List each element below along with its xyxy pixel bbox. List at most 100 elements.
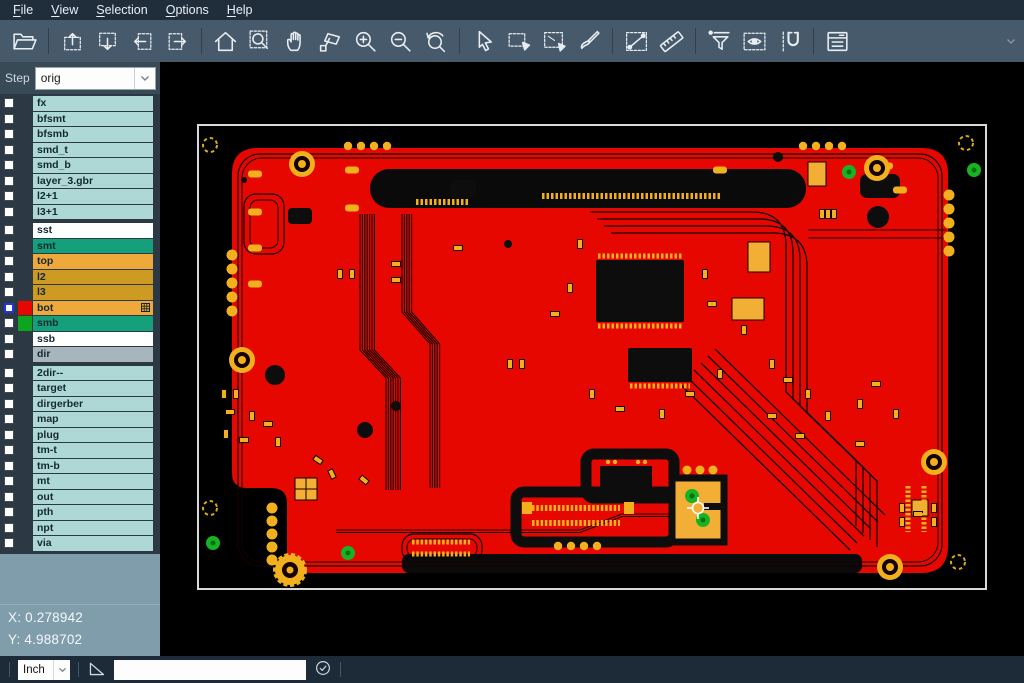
layer-checkbox-bfsmt[interactable] xyxy=(0,112,18,127)
statusbar-separator xyxy=(9,662,10,677)
layer-checkbox-tm-t[interactable] xyxy=(0,443,18,458)
layer-checkbox-ssb[interactable] xyxy=(0,332,18,347)
layer-row-bfsmb[interactable]: bfsmb xyxy=(0,127,153,142)
layer-row-ssb[interactable]: ssb xyxy=(0,332,153,347)
layer-checkbox-mt[interactable] xyxy=(0,474,18,489)
layer-checkbox-l2+1[interactable] xyxy=(0,189,18,204)
layer-checkbox-map[interactable] xyxy=(0,412,18,427)
layer-label: l3+1 xyxy=(33,205,153,220)
layer-checkbox-layer_3.gbr[interactable] xyxy=(0,174,18,189)
layer-checkbox-l2[interactable] xyxy=(0,270,18,285)
layer-checkbox-plug[interactable] xyxy=(0,428,18,443)
layer-row-tm-t[interactable]: tm-t xyxy=(0,443,153,458)
apply-button[interactable] xyxy=(314,659,332,680)
layer-row-bfsmt[interactable]: bfsmt xyxy=(0,112,153,127)
layer-row-top[interactable]: top xyxy=(0,254,153,269)
layer-checkbox-bot[interactable] xyxy=(0,301,18,316)
layer-checkbox-target[interactable] xyxy=(0,381,18,396)
layer-color-swatch xyxy=(18,521,32,536)
layer-row-smd_t[interactable]: smd_t xyxy=(0,143,153,158)
layer-color-swatch xyxy=(18,158,32,173)
layer-checkbox-dir[interactable] xyxy=(0,347,18,362)
layer-row-mt[interactable]: mt xyxy=(0,474,153,489)
menu-item-help[interactable]: Help xyxy=(218,0,262,20)
toolbar-select-region-button[interactable] xyxy=(536,23,571,59)
layer-row-plug[interactable]: plug xyxy=(0,428,153,443)
layer-checkbox-smd_b[interactable] xyxy=(0,158,18,173)
toolbar-separator xyxy=(813,28,814,54)
toolbar-view-box-button[interactable] xyxy=(737,23,772,59)
layer-checkbox-smb[interactable] xyxy=(0,316,18,331)
layer-checkbox-top[interactable] xyxy=(0,254,18,269)
toolbar-zoom-window-button[interactable] xyxy=(243,23,278,59)
toolbar-layers-panel-button[interactable] xyxy=(820,23,855,59)
zoom-previous-icon xyxy=(422,28,449,55)
command-input[interactable] xyxy=(114,660,306,680)
layer-row-npt[interactable]: npt xyxy=(0,521,153,536)
menu-item-selection[interactable]: Selection xyxy=(87,0,156,20)
toolbar-zoom-previous-button[interactable] xyxy=(418,23,453,59)
layer-checkbox-l3+1[interactable] xyxy=(0,205,18,220)
toolbar-zoom-out-button[interactable] xyxy=(383,23,418,59)
menu-item-options[interactable]: Options xyxy=(157,0,218,20)
toolbar-clean-brush-button[interactable] xyxy=(571,23,606,59)
layer-label: dirgerber xyxy=(33,397,153,412)
toolbar-zoom-in-button[interactable] xyxy=(348,23,383,59)
layer-row-layer_3.gbr[interactable]: layer_3.gbr xyxy=(0,174,153,189)
layer-row-dirgerber[interactable]: dirgerber xyxy=(0,397,153,412)
layer-checkbox-fx[interactable] xyxy=(0,96,18,111)
layer-checkbox-2dir--[interactable] xyxy=(0,366,18,381)
layer-row-2dir--[interactable]: 2dir-- xyxy=(0,366,153,381)
layer-row-l3+1[interactable]: l3+1 xyxy=(0,205,153,220)
layer-checkbox-smd_t[interactable] xyxy=(0,143,18,158)
layer-row-tm-b[interactable]: tm-b xyxy=(0,459,153,474)
layer-color-swatch xyxy=(18,505,32,520)
layer-row-sst[interactable]: sst xyxy=(0,223,153,238)
corner-measure-button[interactable] xyxy=(87,659,106,681)
toolbar-filter-button[interactable] xyxy=(702,23,737,59)
toolbar-nudge-up-button[interactable] xyxy=(55,23,90,59)
step-dropdown[interactable]: orig xyxy=(35,67,156,90)
toolbar-select-rect-button[interactable] xyxy=(501,23,536,59)
layer-row-out[interactable]: out xyxy=(0,490,153,505)
toolbar-snap-magnet-button[interactable] xyxy=(772,23,807,59)
toolbar-pan-hand-button[interactable] xyxy=(278,23,313,59)
layer-row-l3[interactable]: l3 xyxy=(0,285,153,300)
toolbar-nudge-left-button[interactable] xyxy=(125,23,160,59)
layer-checkbox-via[interactable] xyxy=(0,536,18,551)
layer-checkbox-dirgerber[interactable] xyxy=(0,397,18,412)
toolbar-select-cursor-button[interactable] xyxy=(466,23,501,59)
toolbar-nudge-down-button[interactable] xyxy=(90,23,125,59)
pcb-canvas[interactable] xyxy=(160,62,1024,656)
layer-row-smd_b[interactable]: smd_b xyxy=(0,158,153,173)
layer-color-swatch xyxy=(18,347,32,362)
layer-checkbox-tm-b[interactable] xyxy=(0,459,18,474)
menu-item-file[interactable]: File xyxy=(4,0,42,20)
layer-checkbox-pth[interactable] xyxy=(0,505,18,520)
toolbar-measure-line-button[interactable] xyxy=(619,23,654,59)
toolbar-home-view-button[interactable] xyxy=(208,23,243,59)
layer-row-l2[interactable]: l2 xyxy=(0,270,153,285)
layer-row-bot[interactable]: bot xyxy=(0,301,153,316)
layer-checkbox-smt[interactable] xyxy=(0,239,18,254)
layer-row-smb[interactable]: smb xyxy=(0,316,153,331)
toolbar-nudge-right-button[interactable] xyxy=(160,23,195,59)
menu-item-view[interactable]: View xyxy=(42,0,87,20)
layer-checkbox-npt[interactable] xyxy=(0,521,18,536)
layer-row-smt[interactable]: smt xyxy=(0,239,153,254)
unit-dropdown[interactable]: Inch xyxy=(18,660,70,680)
layer-checkbox-out[interactable] xyxy=(0,490,18,505)
layer-row-target[interactable]: target xyxy=(0,381,153,396)
layer-checkbox-l3[interactable] xyxy=(0,285,18,300)
layer-row-pth[interactable]: pth xyxy=(0,505,153,520)
layer-row-via[interactable]: via xyxy=(0,536,153,551)
toolbar-open-folder-button[interactable] xyxy=(7,23,42,59)
layer-row-l2+1[interactable]: l2+1 xyxy=(0,189,153,204)
layer-checkbox-sst[interactable] xyxy=(0,223,18,238)
toolbar-zoom-drag-button[interactable] xyxy=(313,23,348,59)
layer-checkbox-bfsmb[interactable] xyxy=(0,127,18,142)
layer-row-fx[interactable]: fx xyxy=(0,96,153,111)
toolbar-ruler-button[interactable] xyxy=(654,23,689,59)
layer-row-map[interactable]: map xyxy=(0,412,153,427)
layer-row-dir[interactable]: dir xyxy=(0,347,153,362)
